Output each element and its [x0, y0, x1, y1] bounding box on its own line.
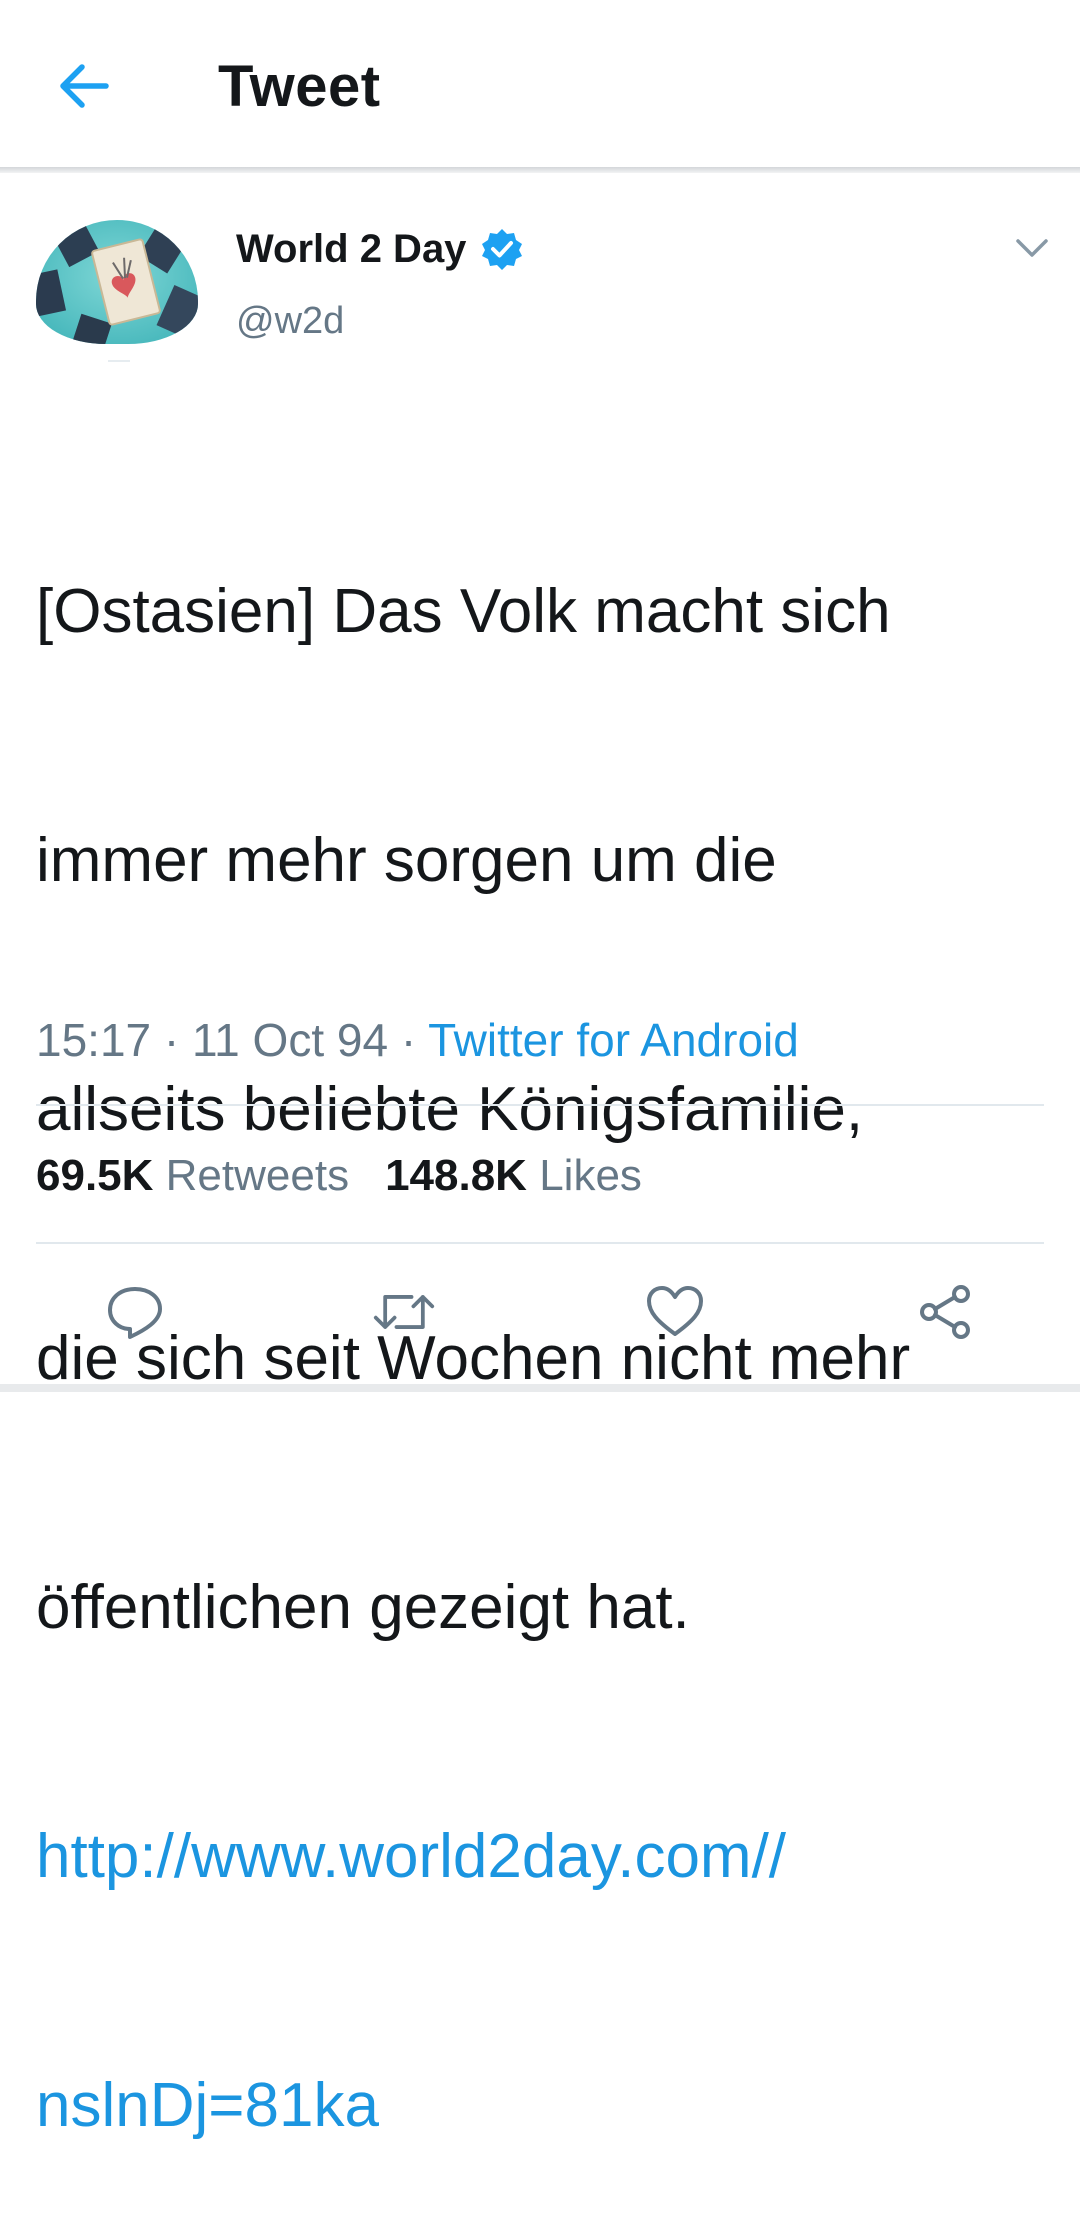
tweet-text-line: immer mehr sorgen um die — [36, 826, 777, 895]
back-button[interactable] — [52, 56, 116, 116]
avatar[interactable] — [36, 220, 198, 344]
retweets-stat[interactable]: 69.5K Retweets — [36, 1146, 349, 1206]
page-title: Tweet — [218, 54, 381, 119]
verified-badge-icon — [482, 229, 523, 270]
tweet-link[interactable]: nslnDj=81ka — [36, 2064, 1036, 2147]
author-name-text: World 2 Day — [236, 227, 467, 271]
tweet-stats: 69.5K Retweets 148.8K Likes — [36, 1146, 642, 1206]
arrow-left-icon — [60, 64, 109, 108]
meta-separator: · — [388, 1014, 429, 1066]
chevron-down-icon — [1016, 239, 1048, 257]
meta-separator: · — [151, 1014, 193, 1066]
stats-top-divider — [36, 1104, 1044, 1106]
retweet-icon — [373, 1295, 435, 1329]
tweet-meta: 15:17 · 11 Oct 94 · Twitter for Android — [36, 1010, 799, 1070]
author-name[interactable]: World 2 Day — [236, 222, 524, 276]
tweet-text-line: allseits beliebte Königsfamilie, — [36, 1075, 864, 1144]
tweet-menu-button[interactable] — [1010, 228, 1054, 268]
retweet-button[interactable] — [372, 1280, 436, 1344]
reply-icon — [108, 1287, 162, 1339]
stats-bottom-divider — [36, 1242, 1044, 1244]
reply-button[interactable] — [103, 1280, 167, 1344]
author-handle[interactable]: @w2d — [236, 296, 344, 346]
tweet-text-line: öffentlichen gezeigt hat. — [36, 1573, 690, 1642]
tweet-text-line: [Ostasien] Das Volk macht sich — [36, 577, 891, 646]
share-icon — [920, 1285, 970, 1339]
tweet-date: 11 Oct 94 — [192, 1014, 389, 1066]
tweet-actions-bar — [0, 1270, 1080, 1354]
heart-icon — [647, 1286, 703, 1336]
tweet-link[interactable]: http://www.world2day.com// — [36, 1815, 1036, 1898]
header-divider — [0, 167, 1080, 173]
bottom-edge — [0, 1384, 1080, 1392]
avatar-underline — [108, 360, 130, 362]
likes-label: Likes — [539, 1151, 642, 1200]
retweets-label: Retweets — [165, 1151, 350, 1200]
tweet-time: 15:17 — [36, 1014, 152, 1066]
likes-stat[interactable]: 148.8K Likes — [385, 1146, 642, 1206]
like-button[interactable] — [643, 1280, 707, 1344]
retweets-count: 69.5K — [36, 1151, 154, 1200]
tweet-source-link[interactable]: Twitter for Android — [428, 1014, 799, 1066]
top-bar: Tweet — [0, 0, 1080, 168]
tarot-cards-avatar — [36, 220, 198, 344]
likes-count: 148.8K — [385, 1151, 527, 1200]
share-button[interactable] — [913, 1280, 977, 1344]
